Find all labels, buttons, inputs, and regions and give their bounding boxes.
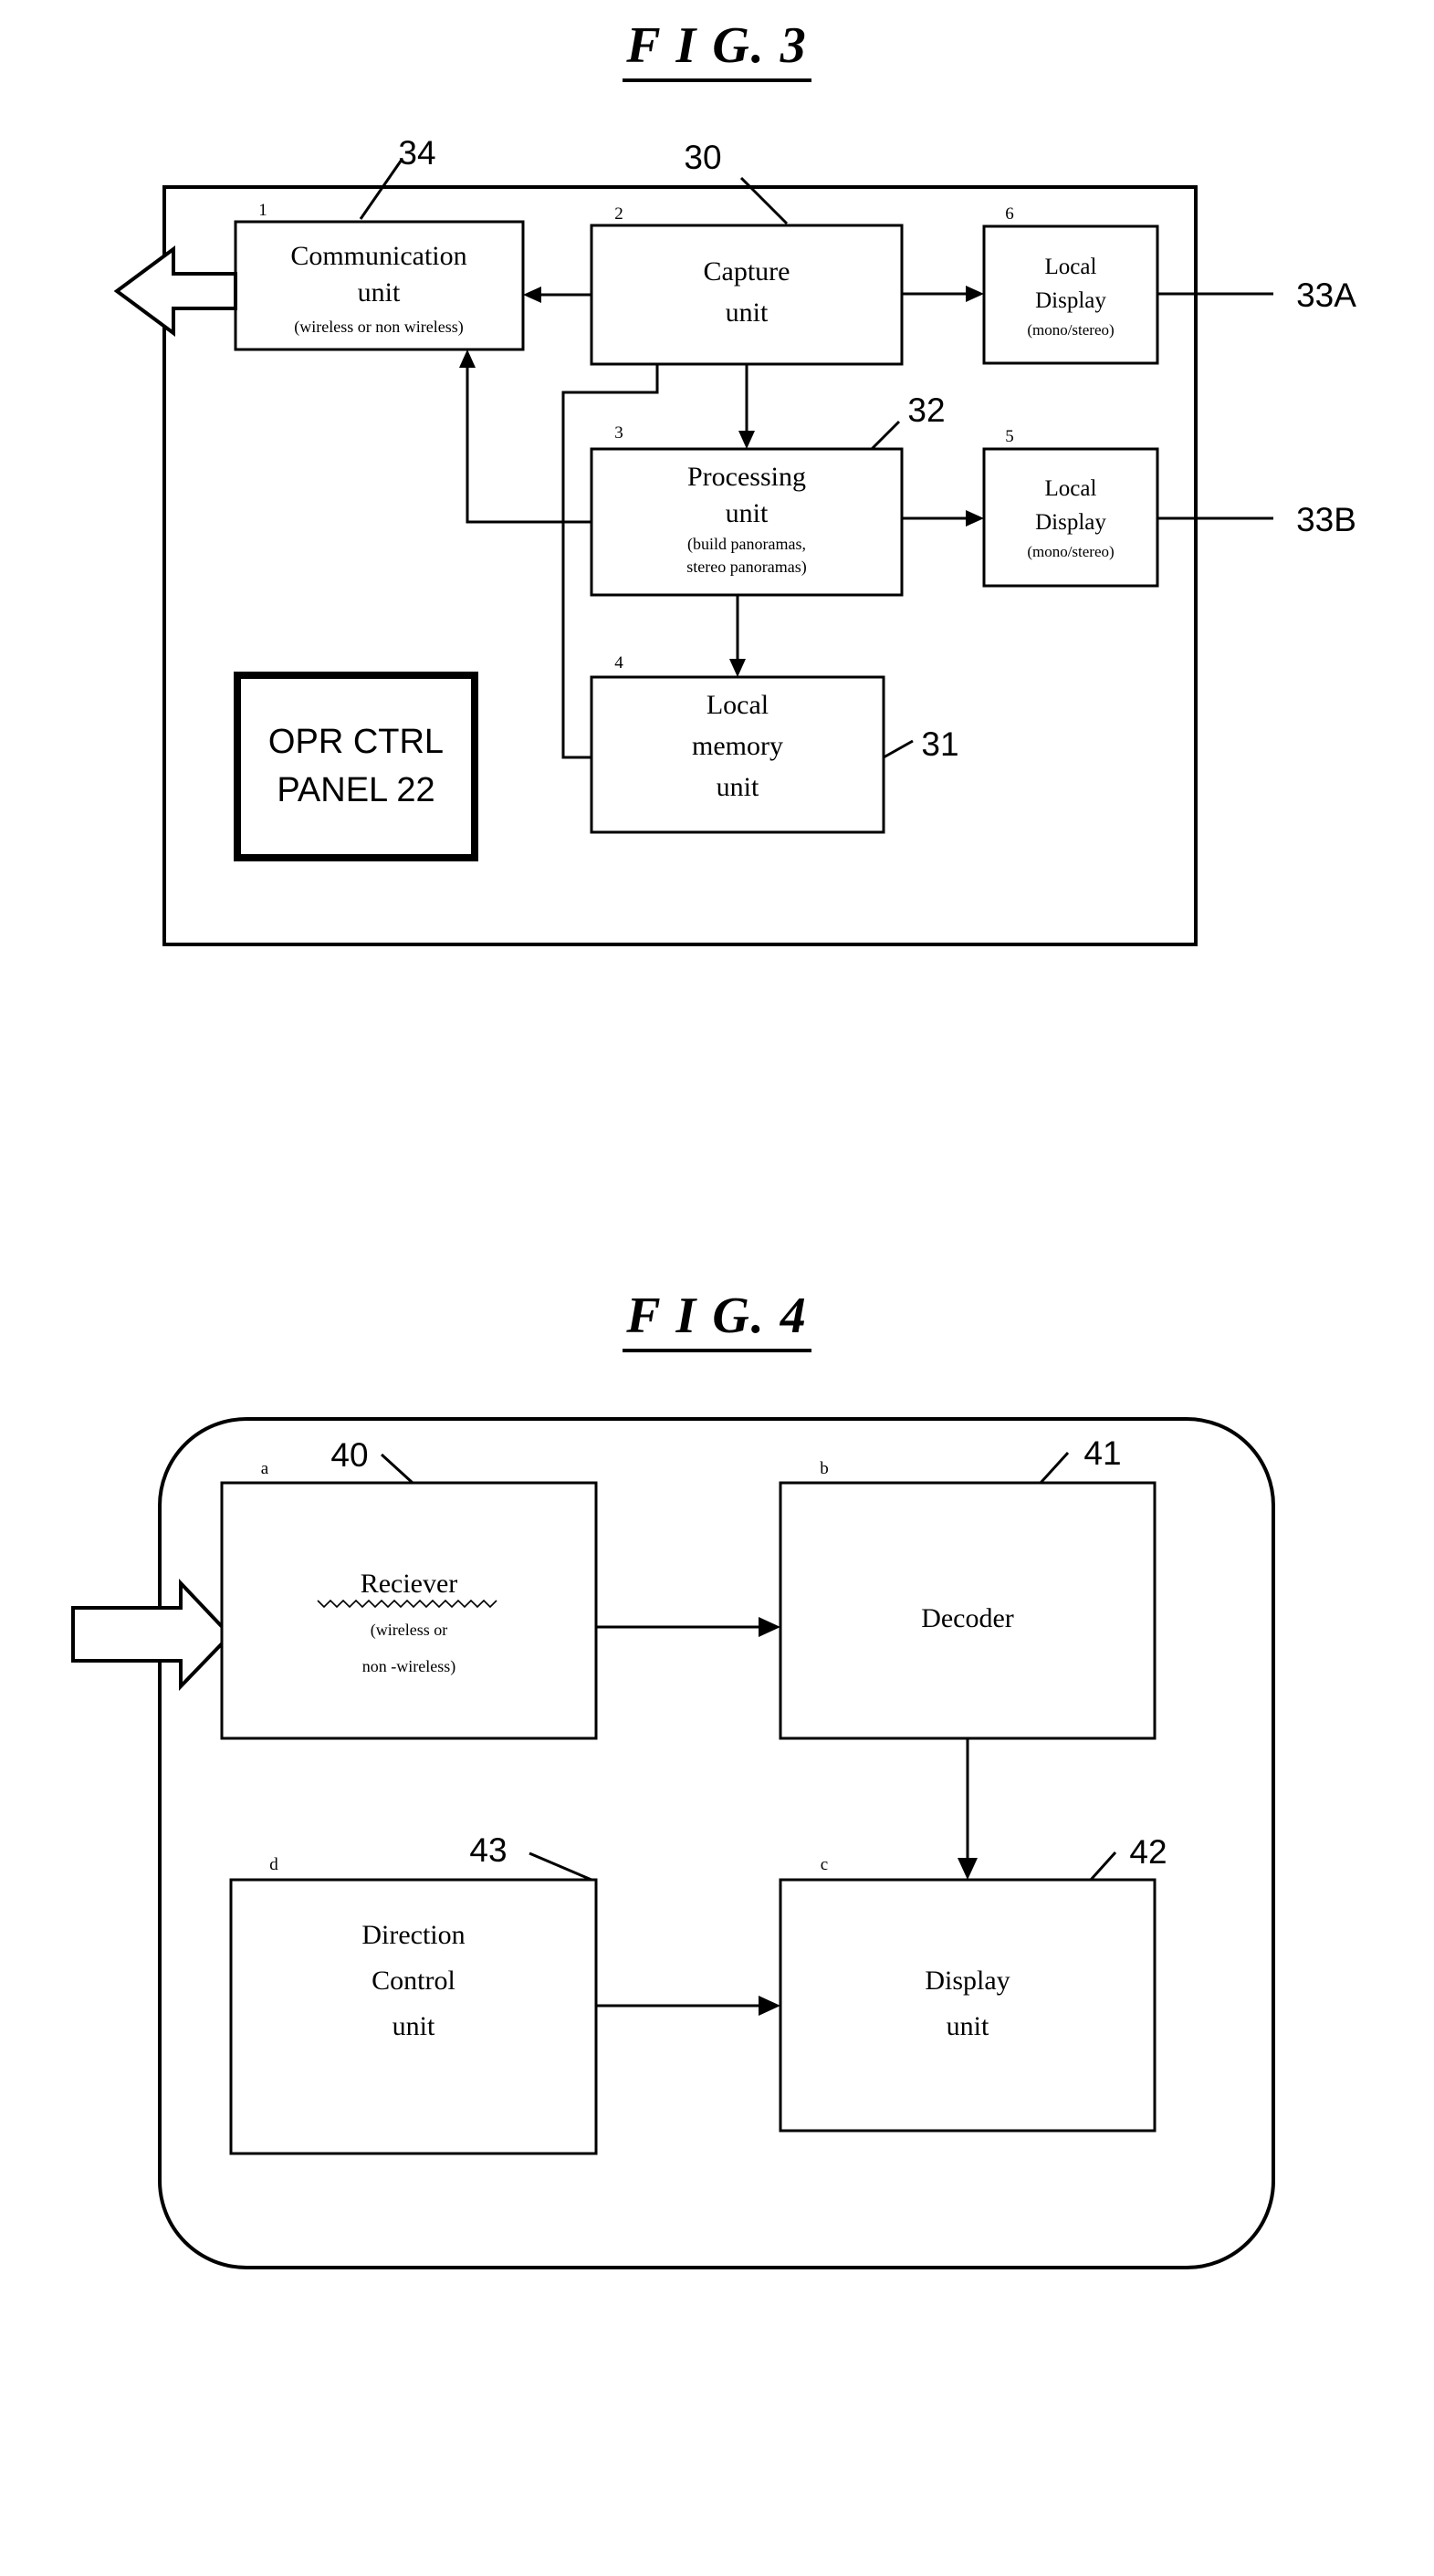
display-unit-line1: Display [925, 1966, 1010, 1996]
ref-33a-label: 33A [1296, 276, 1356, 314]
communication-unit-index: 1 [258, 201, 267, 220]
local-display-bottom-sub1: (mono/stereo) [1027, 543, 1114, 560]
leader-41 [1039, 1451, 1070, 1485]
local-display-bottom-line2: Display [1035, 510, 1106, 535]
local-display-bottom-line1: Local [1045, 476, 1097, 501]
leader-30 [739, 176, 789, 225]
leader-42 [1089, 1851, 1117, 1882]
local-memory-unit-line3: unit [717, 772, 759, 802]
figure-4-title: F I G. 4 [0, 1287, 1434, 1352]
direction-control-unit-index: d [269, 1855, 278, 1874]
direction-control-unit-line1: Direction [361, 1920, 465, 1950]
processing-unit-sub2: stereo panoramas) [686, 558, 806, 577]
ref-34-label: 34 [398, 134, 435, 172]
arrowhead-capture-to-display-top [966, 286, 984, 302]
communication-unit-line1: Communication [290, 241, 466, 271]
local-display-bottom-index: 5 [1005, 427, 1014, 446]
ref-32-label: 32 [907, 391, 945, 429]
reciever-index: a [261, 1459, 269, 1478]
processing-unit-sub1: (build panoramas, [687, 535, 806, 554]
direction-control-unit-line3: unit [393, 2011, 435, 2041]
conn-processing-to-communication [466, 360, 591, 524]
leader-32 [870, 420, 901, 451]
external-input-arrow [71, 1578, 233, 1691]
decoder-line1: Decoder [921, 1603, 1014, 1633]
display-unit-index: c [821, 1855, 828, 1874]
reciever-sub2: non -wireless) [362, 1657, 455, 1676]
arrowhead-decoder-to-display [958, 1858, 978, 1880]
reciever-box[interactable] [220, 1481, 598, 1740]
leader-40 [380, 1453, 414, 1485]
reciever-line1: Reciever [361, 1569, 458, 1599]
communication-unit-line2: unit [358, 277, 401, 308]
arrowhead-capture-to-processing [738, 431, 755, 449]
arrowhead-reciever-to-decoder [759, 1617, 780, 1637]
arrowhead-direction-to-display [759, 1996, 780, 2016]
processing-unit-line1: Processing [687, 462, 806, 492]
display-unit-box[interactable] [779, 1878, 1157, 2133]
ref-40-label: 40 [330, 1436, 368, 1474]
local-memory-unit-line1: Local [707, 690, 769, 720]
ref-30-label: 30 [684, 139, 721, 176]
opr-ctrl-panel-box[interactable] [234, 672, 478, 861]
display-unit-line2: unit [947, 2011, 989, 2041]
local-display-top-line1: Local [1045, 255, 1097, 279]
ref-41-label: 41 [1083, 1434, 1121, 1472]
leader-34 [359, 159, 403, 220]
opr-ctrl-panel-line2: PANEL 22 [277, 771, 434, 809]
local-memory-unit-line2: memory [692, 731, 783, 761]
arrowhead-capture-to-communication [523, 287, 541, 303]
leader-43 [529, 1851, 592, 1882]
ref-42-label: 42 [1129, 1833, 1167, 1871]
capture-unit-box[interactable] [590, 224, 904, 366]
processing-unit-line2: unit [726, 498, 769, 528]
ref-33b-label: 33B [1296, 501, 1356, 538]
ref-31-label: 31 [921, 725, 958, 763]
capture-unit-line1: Capture [704, 256, 790, 287]
local-display-top-sub1: (mono/stereo) [1027, 321, 1114, 339]
ref-43-label: 43 [469, 1831, 507, 1869]
reciever-sub1: (wireless or [371, 1621, 447, 1640]
local-display-top-line2: Display [1035, 288, 1106, 313]
external-output-arrow [113, 245, 237, 337]
figure-4-title-text: F I G. 4 [623, 1287, 811, 1352]
decoder-index: b [820, 1459, 829, 1478]
arrowhead-processing-to-display-bottom [966, 510, 984, 527]
local-memory-unit-index: 4 [614, 653, 623, 673]
figure-4-diagram: a 40 Reciever (wireless or non -wireless… [0, 1396, 1434, 2354]
figure-3-diagram: 30 34 1 Communication unit (wireless or … [0, 0, 1434, 1214]
capture-unit-index: 2 [614, 204, 623, 224]
direction-control-unit-line2: Control [372, 1966, 455, 1996]
processing-unit-index: 3 [614, 423, 623, 443]
communication-unit-sub1: (wireless or non wireless) [294, 318, 463, 337]
arrowhead-processing-to-memory [729, 659, 746, 677]
arrowhead-processing-to-communication [459, 349, 476, 368]
capture-unit-line2: unit [726, 297, 769, 328]
leader-31 [883, 739, 914, 759]
local-display-top-index: 6 [1005, 204, 1014, 224]
opr-ctrl-panel-line1: OPR CTRL [268, 723, 444, 761]
